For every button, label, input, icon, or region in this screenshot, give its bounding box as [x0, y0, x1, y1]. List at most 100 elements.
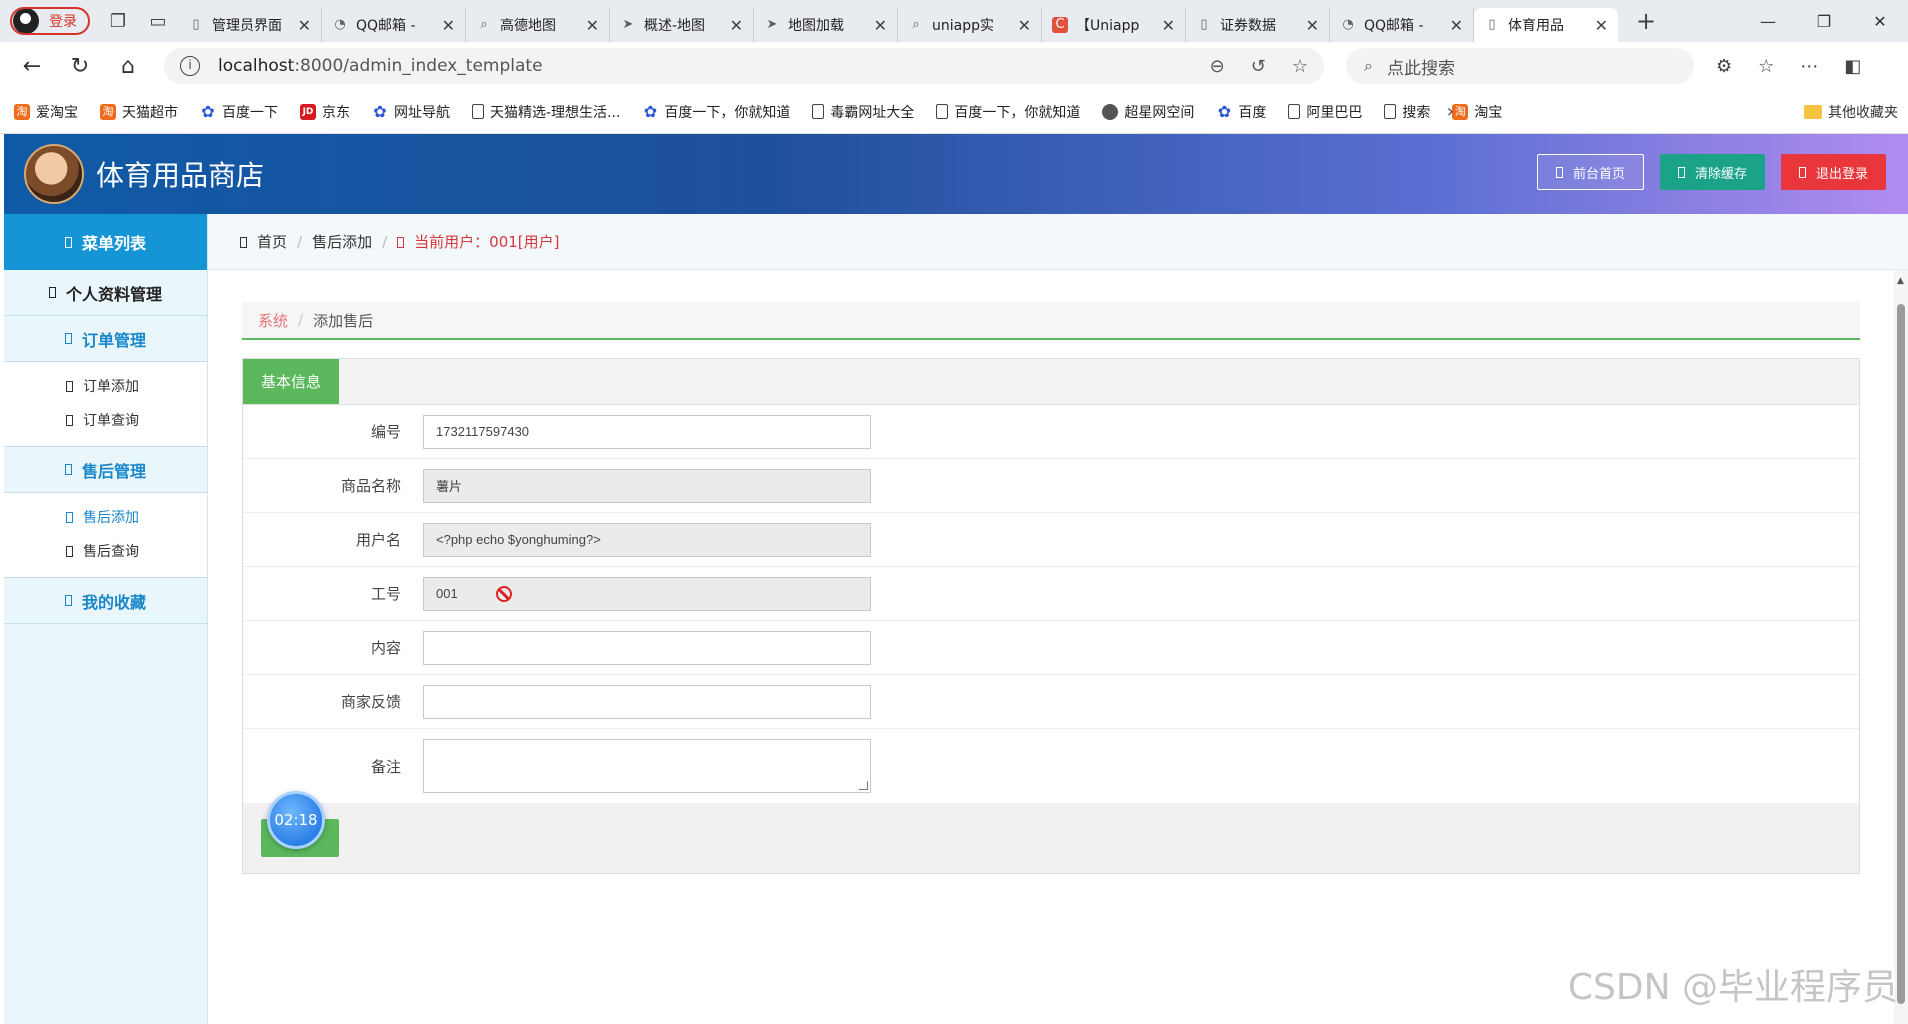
bookmark-item[interactable]: 百度一下，你就知道: [936, 102, 1080, 122]
bookmark-label: 百度: [1238, 104, 1267, 121]
timer-badge[interactable]: 02:18: [267, 791, 325, 849]
profile-login-button[interactable]: 登录: [10, 7, 90, 35]
translate-icon[interactable]: ↺: [1251, 56, 1266, 77]
close-tab-icon[interactable]: ✕: [874, 16, 887, 35]
new-tab-button[interactable]: +: [1636, 7, 1656, 35]
bookmark-item[interactable]: 超星网空间: [1102, 102, 1194, 122]
back-icon[interactable]: ←: [8, 54, 56, 79]
number-field[interactable]: 1732117597430: [423, 414, 871, 449]
browser-tab[interactable]: ➤ 概述-地图 ✕: [610, 8, 754, 42]
breadcrumb-home[interactable]: 首页: [240, 231, 287, 252]
merchant-feedback-field[interactable]: [423, 684, 871, 719]
bookmarks-overflow-icon[interactable]: ›: [1447, 101, 1454, 122]
bookmark-item[interactable]: JD 京东: [300, 102, 350, 122]
tab-basic-info[interactable]: 基本信息: [243, 359, 339, 404]
zoom-icon[interactable]: ⊖: [1210, 56, 1225, 77]
minimize-icon[interactable]: —: [1740, 12, 1796, 31]
sidebar-item-order-query[interactable]: 订单查询: [4, 404, 207, 438]
sidebar-group-aftersale[interactable]: 售后管理: [4, 447, 207, 493]
home-icon[interactable]: ⌂: [104, 54, 152, 79]
bookmark-item[interactable]: 淘淘宝: [1452, 102, 1502, 122]
content-label: 内容: [370, 639, 401, 657]
bookmark-item[interactable]: 毒霸网址大全: [812, 102, 914, 122]
sidebar-item-profile[interactable]: 个人资料管理: [4, 270, 207, 316]
browser-tab[interactable]: ⌕ uniapp实 ✕: [898, 8, 1042, 42]
product-name-field[interactable]: 薯片: [423, 468, 871, 503]
logout-button[interactable]: 退出登录: [1780, 154, 1886, 190]
browser-tab[interactable]: ⌕ 高德地图 ✕: [466, 8, 610, 42]
sidebar-item-aftersale-query[interactable]: 售后查询: [4, 535, 207, 569]
sidebar-item-order-add[interactable]: 订单添加: [4, 370, 207, 404]
bookmark-item[interactable]: 天猫精选-理想生活...: [472, 102, 620, 122]
close-tab-icon[interactable]: ✕: [1018, 16, 1031, 35]
page-scrollbar[interactable]: ▲: [1894, 270, 1908, 1024]
scrollbar-thumb[interactable]: [1897, 304, 1905, 1004]
bookmark-item[interactable]: 搜索: [1384, 102, 1430, 122]
content-field[interactable]: [423, 630, 871, 665]
extensions-icon[interactable]: ⚙: [1716, 56, 1732, 77]
close-tab-icon[interactable]: ✕: [298, 16, 311, 35]
browser-tab[interactable]: ▯ 证券数据 ✕: [1186, 8, 1330, 42]
bookmark-label: 阿里巴巴: [1306, 104, 1363, 121]
bookmark-item[interactable]: 淘天猫超市: [100, 102, 178, 122]
scroll-up-icon[interactable]: ▲: [1897, 276, 1904, 286]
taobao-icon: 淘: [100, 103, 116, 120]
browser-tab[interactable]: ◔ QQ邮箱 - ✕: [1330, 8, 1474, 42]
front-home-button[interactable]: 前台首页: [1536, 154, 1644, 190]
browser-tab[interactable]: ▯ 管理员界面 ✕: [178, 8, 322, 42]
tab-title: 体育用品: [1508, 18, 1564, 34]
url-field[interactable]: i localhost:8000/admin_index_template ⊖ …: [164, 48, 1324, 84]
crumb-system-link[interactable]: 系统: [258, 310, 288, 331]
sidebar-toggle-icon[interactable]: ◧: [1844, 56, 1861, 77]
bookmark-item[interactable]: ✿ 百度一下，你就知道: [642, 102, 791, 122]
tab-actions-icon[interactable]: ▭: [138, 5, 178, 37]
bookmark-item[interactable]: ✿ 百度一下: [200, 102, 278, 122]
clear-cache-button[interactable]: 清除缓存: [1659, 154, 1765, 190]
close-tab-icon[interactable]: ✕: [442, 16, 455, 35]
page-icon: ▯: [1488, 17, 1496, 32]
browser-tab[interactable]: ▯ 体育用品 ✕: [1474, 8, 1618, 42]
bookmark-label: 百度一下: [222, 104, 278, 121]
close-tab-icon[interactable]: ✕: [730, 16, 743, 35]
breadcrumb-page: 售后添加: [312, 233, 373, 251]
bookmark-item[interactable]: 阿里巴巴: [1288, 102, 1362, 122]
page-breadcrumb: 系统 / 添加售后: [242, 302, 1860, 340]
site-info-icon[interactable]: i: [180, 56, 200, 76]
browser-tab-bar: 登录 ❐ ▭ ▯ 管理员界面 ✕ ◔ QQ邮箱 - ✕ ⌕ 高德地图 ✕ ➤ 概述-地图 ✕ ➤ 地图…: [0, 0, 1908, 42]
browser-tab[interactable]: ◔ QQ邮箱 - ✕: [322, 8, 466, 42]
browser-tab[interactable]: ➤ 地图加载 ✕: [754, 8, 898, 42]
workspaces-icon[interactable]: ❐: [98, 5, 138, 37]
bookmark-item[interactable]: 淘爱淘宝: [14, 102, 78, 122]
other-bookmarks-folder[interactable]: 其他收藏夹: [1804, 102, 1898, 122]
restore-icon[interactable]: ❐: [1796, 12, 1852, 31]
close-tab-icon[interactable]: ✕: [1162, 16, 1175, 35]
close-tab-icon[interactable]: ✕: [1306, 16, 1319, 35]
feedback-label: 商家反馈: [340, 693, 401, 711]
close-tab-icon[interactable]: ✕: [586, 16, 599, 35]
current-user-label: 当前用户：001[用户]: [397, 231, 560, 252]
amap-icon: ➤: [622, 17, 634, 32]
bookmark-item[interactable]: ✿ 网址导航: [372, 102, 450, 122]
jobno-field[interactable]: 001: [423, 576, 871, 611]
qqmail-icon: ◔: [334, 17, 346, 32]
bookmark-item[interactable]: ✿ 百度: [1216, 101, 1267, 122]
remark-textarea[interactable]: [423, 739, 871, 793]
not-allowed-cursor-icon: [495, 585, 512, 602]
address-bar-row: ← ↻ ⌂ i localhost:8000/admin_index_templ…: [0, 42, 1908, 90]
sidebar-group-orders[interactable]: 订单管理: [4, 316, 207, 362]
browser-search-input[interactable]: ⌕ 点此搜索: [1346, 48, 1694, 84]
close-tab-icon[interactable]: ✕: [1450, 16, 1463, 35]
username-field[interactable]: <?php echo $yonghuming?>: [423, 522, 871, 557]
watermark: CSDN @毕业程序员: [1567, 967, 1898, 1008]
baidu-icon: ✿: [1217, 101, 1232, 121]
browser-tab[interactable]: C 【Uniapp ✕: [1042, 8, 1186, 42]
close-window-icon[interactable]: ✕: [1852, 12, 1908, 31]
favorite-star-icon[interactable]: ☆: [1292, 56, 1308, 77]
favorites-list-icon[interactable]: ☆: [1758, 56, 1774, 77]
sidebar-item-favorites[interactable]: 我的收藏: [4, 578, 207, 624]
page-icon: [812, 104, 825, 119]
more-menu-icon[interactable]: ⋯: [1800, 56, 1818, 77]
close-tab-icon[interactable]: ✕: [1595, 16, 1608, 35]
reload-icon[interactable]: ↻: [56, 54, 104, 79]
sidebar-item-aftersale-add[interactable]: 售后添加: [4, 501, 207, 535]
